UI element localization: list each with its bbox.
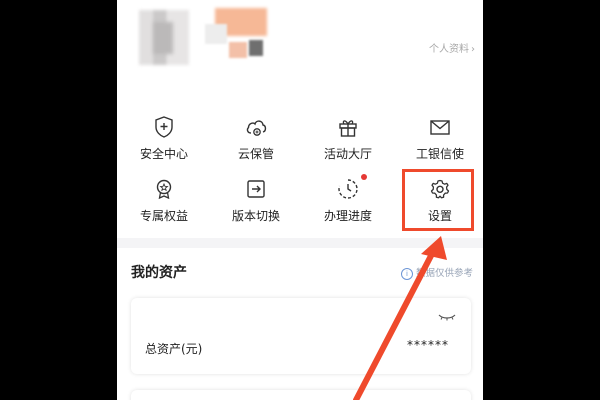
section-divider: [117, 238, 483, 248]
total-assets-card[interactable]: 总资产(元) ******: [131, 298, 471, 374]
total-assets-label: 总资产(元): [145, 342, 203, 356]
assets-section-title: 我的资产: [131, 265, 187, 281]
shield-plus-icon: [155, 116, 173, 138]
next-card: [131, 390, 471, 400]
menu-item-label: 安全中心: [139, 147, 188, 161]
switch-icon: [247, 180, 265, 198]
avatar[interactable]: [139, 10, 189, 65]
menu-item-exclusive-benefits[interactable]: 专属权益: [119, 170, 209, 228]
notification-dot: [361, 174, 367, 180]
menu-item-version-switch[interactable]: 版本切换: [211, 170, 301, 228]
menu-item-label: 办理进度: [323, 209, 372, 223]
gift-icon: [339, 120, 357, 137]
menu-item-processing-progress[interactable]: 办理进度: [303, 170, 393, 228]
total-assets-value: ******: [407, 338, 449, 352]
menu-item-activity-hall[interactable]: 活动大厅: [303, 108, 393, 166]
assets-disclaimer-text: 数据仅供参考: [415, 268, 473, 279]
profile-header[interactable]: 个人资料 ›: [117, 0, 483, 98]
eye-closed-icon[interactable]: [437, 312, 457, 322]
badge-icon: [156, 179, 172, 200]
menu-item-cloud-custody[interactable]: 云保管: [211, 108, 301, 166]
menu-item-icbc-messenger[interactable]: 工银信使: [395, 108, 483, 166]
progress-icon: [338, 179, 358, 199]
cloud-icon: [246, 120, 267, 136]
assets-disclaimer[interactable]: i 数据仅供参考: [400, 265, 473, 280]
mail-icon: [430, 120, 450, 135]
settings-highlight-box: [402, 169, 474, 231]
profile-link[interactable]: 个人资料 ›: [429, 40, 475, 55]
menu-item-label: 专属权益: [139, 209, 188, 223]
menu-item-label: 活动大厅: [323, 147, 372, 161]
profile-link-label: 个人资料: [429, 44, 469, 55]
menu-item-label: 版本切换: [231, 209, 280, 223]
menu-item-security-center[interactable]: 安全中心: [119, 108, 209, 166]
menu-item-label: 云保管: [237, 147, 274, 161]
chevron-right-icon: ›: [471, 44, 475, 55]
info-icon: i: [400, 267, 413, 280]
menu-item-label: 工银信使: [415, 147, 464, 161]
user-name-blurred: [205, 8, 269, 58]
